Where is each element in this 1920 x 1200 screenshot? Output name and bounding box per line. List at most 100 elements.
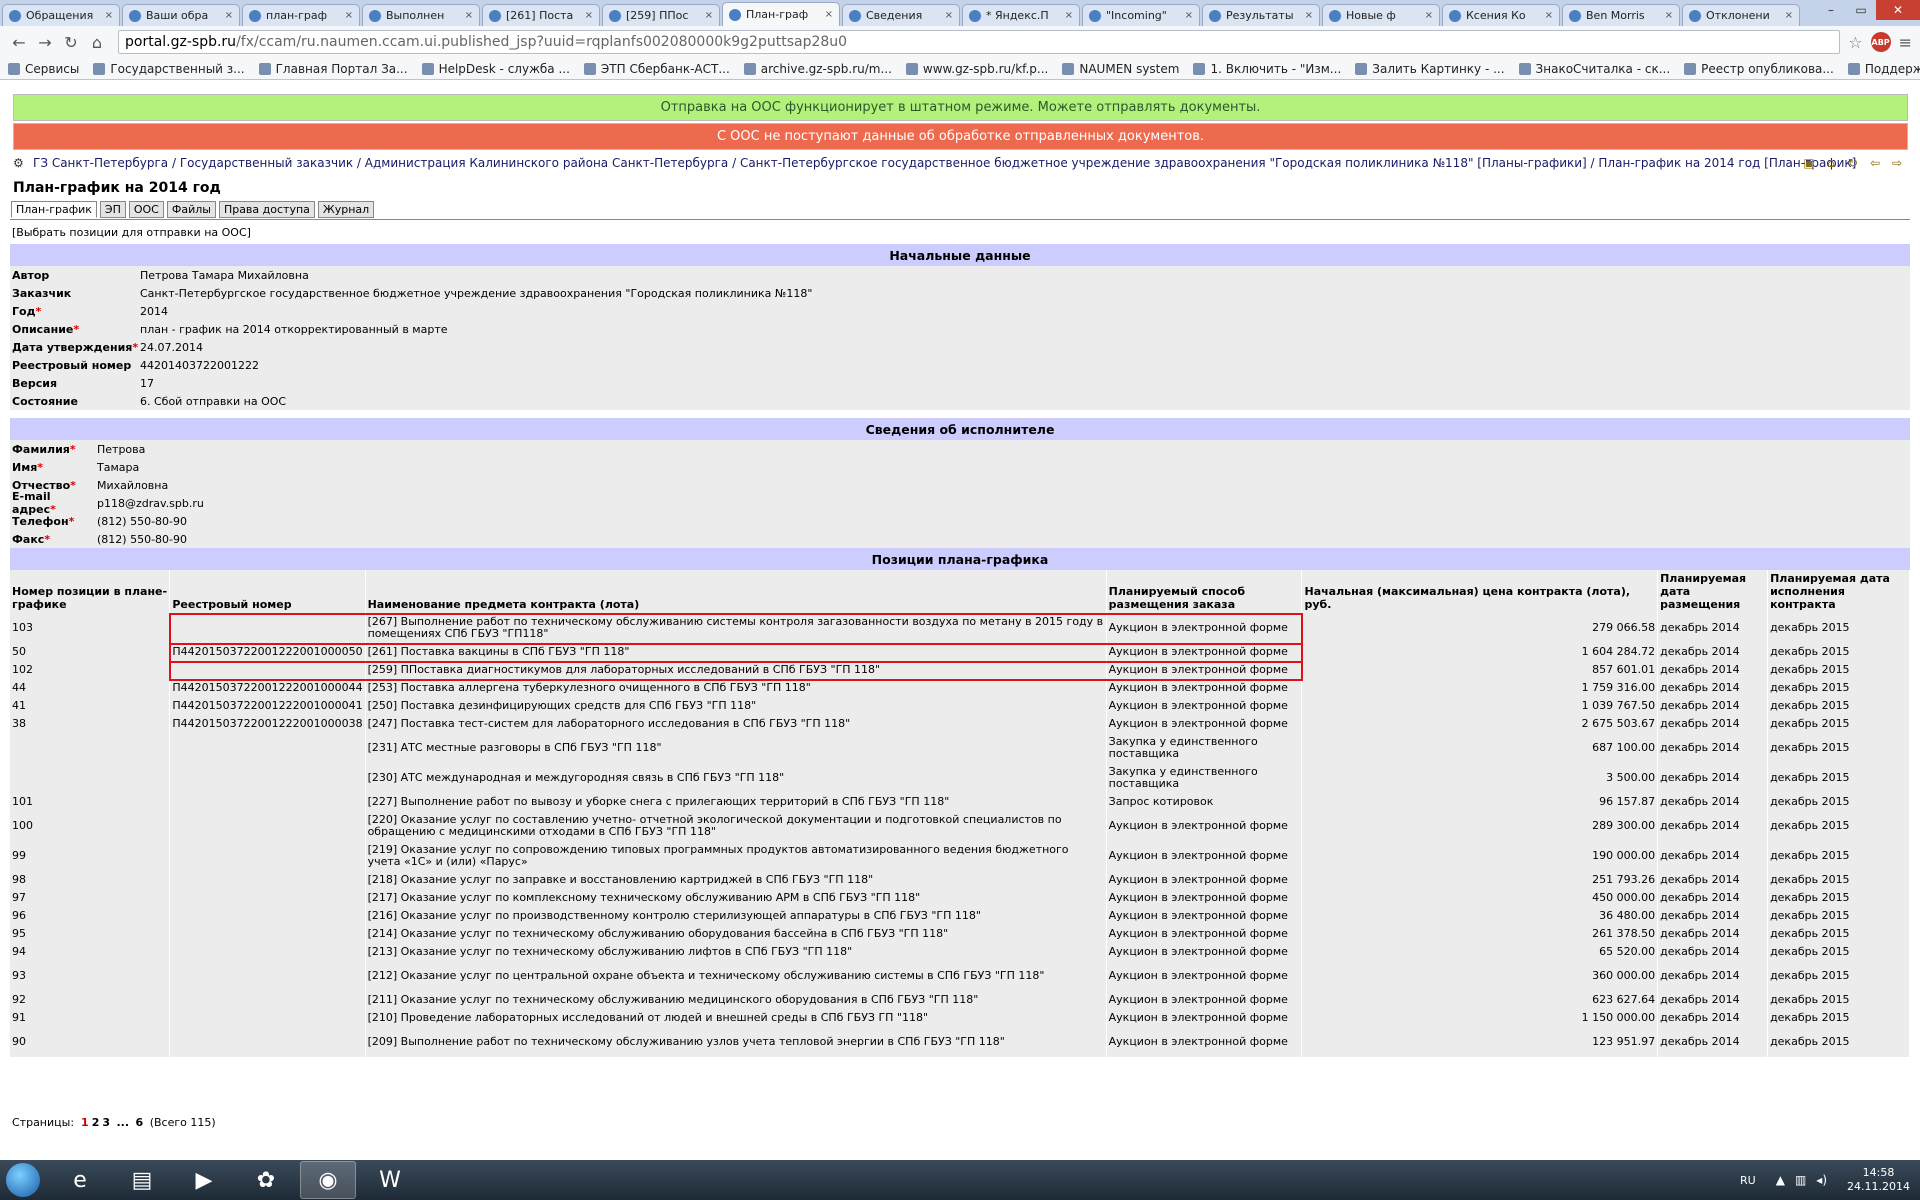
table-row[interactable]: 102 [259] ППоставка диагностикумов для ла…: [10, 661, 1910, 679]
folder-icon[interactable]: ▣: [1800, 155, 1818, 171]
clock[interactable]: 14:58 24.11.2014: [1847, 1166, 1910, 1194]
adblock-icon[interactable]: ABP: [1870, 32, 1891, 52]
table-row[interactable]: 93 [212] Оказание услуг по центральной ох…: [10, 961, 1910, 991]
tab-close-icon[interactable]: ×: [345, 10, 353, 21]
browser-tab[interactable]: [259] ППос ×: [602, 4, 720, 26]
table-row[interactable]: 100 [220] Оказание услуг по составлению у…: [10, 811, 1910, 841]
browser-tab[interactable]: Ксения Ко ×: [1442, 4, 1560, 26]
forward-icon[interactable]: →: [34, 31, 56, 53]
tab-close-icon[interactable]: ×: [705, 10, 713, 21]
minimize-icon[interactable]: –: [1816, 0, 1846, 20]
bookmark-item[interactable]: Главная Портал За...: [258, 62, 408, 76]
browser-tab[interactable]: Отклонени ×: [1682, 4, 1800, 26]
bookmark-item[interactable]: ЭТП Сбербанк-АСТ...: [583, 62, 730, 76]
home-icon[interactable]: ⌂: [1822, 155, 1840, 171]
table-row[interactable]: 97 [217] Оказание услуг по комплексному т…: [10, 889, 1910, 907]
refresh-icon[interactable]: ↻: [1844, 155, 1862, 171]
table-row[interactable]: 96 [216] Оказание услуг по производственн…: [10, 907, 1910, 925]
start-button[interactable]: [0, 1160, 46, 1200]
browser-tab[interactable]: Ben Morris ×: [1562, 4, 1680, 26]
tab-close-icon[interactable]: ×: [1785, 10, 1793, 21]
browser-tab[interactable]: "Incoming" ×: [1082, 4, 1200, 26]
table-row[interactable]: 103 [267] Выполнение работ по техническом…: [10, 613, 1910, 643]
tab-5[interactable]: Журнал: [317, 201, 375, 218]
pagination-ellipsis[interactable]: ...: [117, 1116, 130, 1129]
table-row[interactable]: 38 П44201503722001222001000038 [247] Поста…: [10, 715, 1910, 733]
tab-2[interactable]: ООС: [128, 201, 164, 218]
bookmark-item[interactable]: 1. Включить - "Изм...: [1193, 62, 1341, 76]
browser-tab[interactable]: План-граф ×: [722, 2, 840, 26]
tab-1[interactable]: ЭП: [99, 201, 126, 218]
browser-tab[interactable]: Результаты ×: [1202, 4, 1320, 26]
bookmark-item[interactable]: HelpDesk - служба ...: [421, 62, 570, 76]
table-row[interactable]: 95 [214] Оказание услуг по техническому о…: [10, 925, 1910, 943]
table-row[interactable]: 98 [218] Оказание услуг по заправке и вос…: [10, 871, 1910, 889]
media-player-icon[interactable]: ▶: [176, 1161, 232, 1199]
tab-close-icon[interactable]: ×: [105, 10, 113, 21]
ie-icon[interactable]: e: [52, 1161, 108, 1199]
word-icon[interactable]: W: [362, 1161, 418, 1199]
table-row[interactable]: 41 П44201503722001222001000041 [250] Поста…: [10, 697, 1910, 715]
table-row[interactable]: 101 [227] Выполнение работ по вывозу и уб…: [10, 793, 1910, 811]
table-row[interactable]: 99 [219] Оказание услуг по сопровождению …: [10, 841, 1910, 871]
bookmark-item[interactable]: NAUMEN system: [1062, 62, 1179, 76]
menu-icon[interactable]: ≡: [1899, 33, 1912, 52]
select-positions-link[interactable]: [Выбрать позиции для отправки на ООС]: [12, 226, 251, 239]
table-row[interactable]: [231] АТС местные разговоры в СПб ГБУЗ "…: [10, 733, 1910, 763]
pagination-page[interactable]: 3: [102, 1116, 110, 1129]
tab-0[interactable]: План-график: [11, 201, 97, 218]
volume-icon[interactable]: ◂): [1816, 1173, 1827, 1187]
tab-3[interactable]: Файлы: [166, 201, 216, 218]
close-icon[interactable]: ✕: [1876, 0, 1920, 20]
bookmark-item[interactable]: www.gz-spb.ru/kf.p...: [905, 62, 1048, 76]
chrome-icon[interactable]: ◉: [300, 1161, 356, 1199]
tab-close-icon[interactable]: ×: [825, 9, 833, 20]
browser-tab[interactable]: Обращения ×: [2, 4, 120, 26]
address-bar[interactable]: portal.gz-spb.ru/fx/ccam/ru.naumen.ccam.…: [118, 30, 1841, 54]
icq-icon[interactable]: ✿: [238, 1161, 294, 1199]
tray-expand-icon[interactable]: ▲: [1776, 1173, 1785, 1187]
maximize-icon[interactable]: ▭: [1846, 0, 1876, 20]
breadcrumb-text[interactable]: ГЗ Санкт-Петербурга / Государственный за…: [33, 156, 1856, 170]
arrow-right-icon[interactable]: ⇨: [1888, 155, 1906, 171]
tab-close-icon[interactable]: ×: [1425, 10, 1433, 21]
tab-close-icon[interactable]: ×: [465, 10, 473, 21]
browser-tab[interactable]: [261] Поста ×: [482, 4, 600, 26]
bookmark-star-icon[interactable]: ☆: [1848, 33, 1862, 52]
bookmark-item[interactable]: ЗнакоСчиталка - ск...: [1518, 62, 1670, 76]
tab-close-icon[interactable]: ×: [1545, 10, 1553, 21]
tab-close-icon[interactable]: ×: [945, 10, 953, 21]
pagination-last[interactable]: 6: [136, 1116, 144, 1129]
browser-tab[interactable]: Новые ф ×: [1322, 4, 1440, 26]
explorer-icon[interactable]: ▤: [114, 1161, 170, 1199]
bookmark-item[interactable]: Государственный з...: [93, 62, 245, 76]
tab-close-icon[interactable]: ×: [1065, 10, 1073, 21]
browser-tab[interactable]: Ваши обра ×: [122, 4, 240, 26]
tab-4[interactable]: Права доступа: [218, 201, 315, 218]
bookmark-item[interactable]: archive.gz-spb.ru/m...: [743, 62, 892, 76]
browser-tab[interactable]: план-граф ×: [242, 4, 360, 26]
table-row[interactable]: 90 [209] Выполнение работ по техническому…: [10, 1027, 1910, 1057]
arrow-left-icon[interactable]: ⇦: [1866, 155, 1884, 171]
language-indicator[interactable]: RU: [1740, 1174, 1756, 1187]
browser-tab[interactable]: * Яндекс.П ×: [962, 4, 1080, 26]
tab-close-icon[interactable]: ×: [1185, 10, 1193, 21]
bookmark-item[interactable]: Сервисы: [8, 62, 79, 76]
table-row[interactable]: 92 [211] Оказание услуг по техническому о…: [10, 991, 1910, 1009]
table-row[interactable]: [230] АТС международная и междугородняя …: [10, 763, 1910, 793]
pagination-page[interactable]: 2: [92, 1116, 100, 1129]
tab-close-icon[interactable]: ×: [1665, 10, 1673, 21]
tab-close-icon[interactable]: ×: [585, 10, 593, 21]
bookmark-item[interactable]: Реестр опубликова...: [1684, 62, 1834, 76]
bookmark-item[interactable]: Поддержка проект...: [1847, 62, 1920, 76]
back-icon[interactable]: ←: [8, 31, 30, 53]
table-row[interactable]: 44 П44201503722001222001000044 [253] Поста…: [10, 679, 1910, 697]
table-row[interactable]: 91 [210] Проведение лабораторных исследов…: [10, 1009, 1910, 1027]
network-icon[interactable]: ▥: [1795, 1173, 1806, 1187]
bookmark-item[interactable]: Залить Картинку - ...: [1355, 62, 1505, 76]
home-icon[interactable]: ⌂: [86, 31, 108, 53]
reload-icon[interactable]: ↻: [60, 31, 82, 53]
table-row[interactable]: 94 [213] Оказание услуг по техническому о…: [10, 943, 1910, 961]
pagination-page[interactable]: 1: [81, 1116, 89, 1129]
browser-tab[interactable]: Выполнен ×: [362, 4, 480, 26]
